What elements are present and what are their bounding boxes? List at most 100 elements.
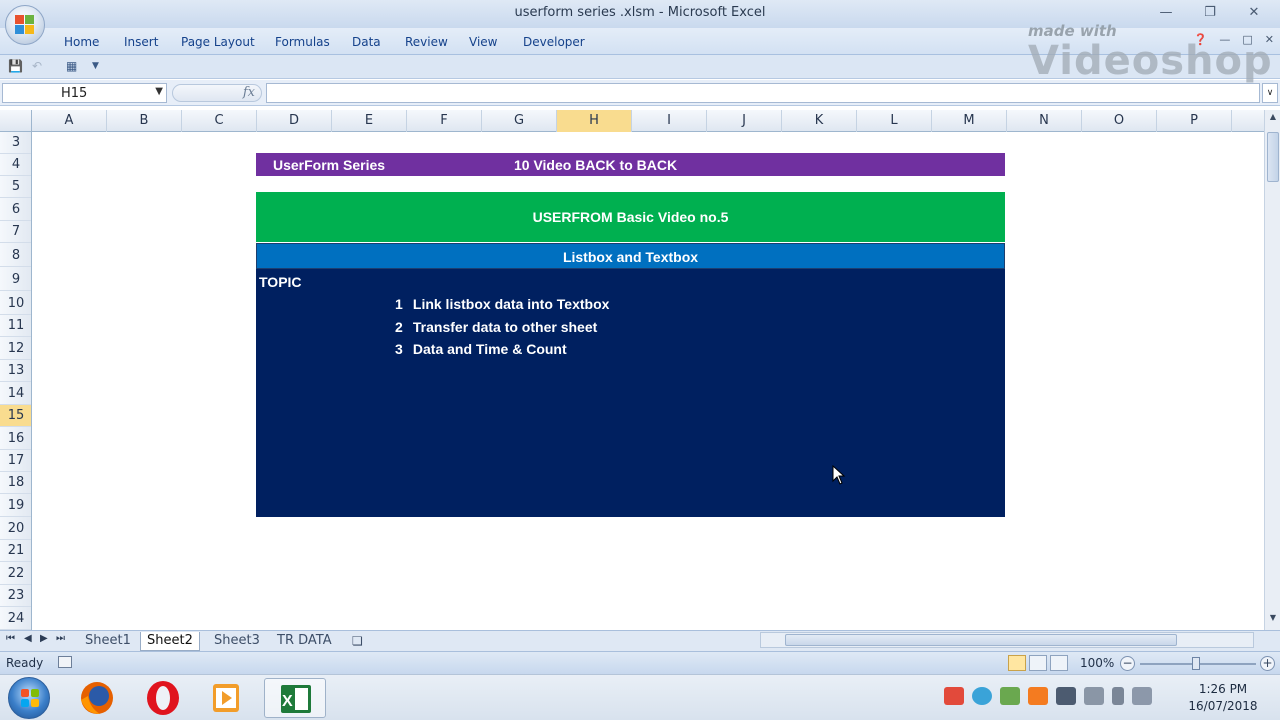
zoom-knob[interactable] [1192, 657, 1200, 670]
tab-review[interactable]: Review [405, 35, 448, 49]
formula-expand-icon[interactable]: ∨ [1262, 83, 1278, 103]
sheet-tab-sheet2[interactable]: Sheet2 [140, 632, 200, 651]
scroll-up-icon[interactable]: ▲ [1265, 112, 1280, 126]
row-header[interactable]: 21 [0, 540, 31, 562]
topic-title-banner[interactable]: Listbox and Textbox [256, 243, 1005, 269]
sheet-tab-sheet1[interactable]: Sheet1 [85, 632, 131, 651]
tray-record-icon[interactable] [944, 687, 964, 705]
formula-input[interactable] [266, 83, 1260, 103]
save-icon[interactable]: 💾 [8, 59, 23, 73]
row-header[interactable]: 8 [0, 245, 31, 267]
select-all-corner[interactable] [0, 110, 32, 132]
tab-view[interactable]: View [469, 35, 497, 49]
horizontal-scroll-thumb[interactable] [785, 634, 1177, 646]
first-sheet-icon[interactable]: ⏮ [6, 633, 15, 644]
tab-insert[interactable]: Insert [124, 35, 158, 49]
ribbon-close-icon[interactable]: ✕ [1265, 33, 1274, 46]
page-break-view-button[interactable] [1050, 655, 1068, 671]
vertical-scrollbar[interactable]: ▲ ▼ [1264, 110, 1280, 630]
row-header[interactable]: 13 [0, 360, 31, 382]
office-button[interactable] [5, 5, 45, 45]
tab-data[interactable]: Data [352, 35, 381, 49]
row-header[interactable]: 15 [0, 405, 31, 427]
last-sheet-icon[interactable]: ⏭ [56, 633, 65, 644]
restore-button[interactable]: ❐ [1190, 2, 1230, 22]
column-header[interactable]: G [482, 110, 557, 132]
column-header[interactable]: F [407, 110, 482, 132]
close-button[interactable]: ✕ [1234, 2, 1274, 22]
ribbon-restore-icon[interactable]: □ [1242, 33, 1252, 46]
tray-volume-icon[interactable] [1132, 687, 1152, 705]
tab-formulas[interactable]: Formulas [275, 35, 330, 49]
ribbon-minimize-icon[interactable]: — [1219, 33, 1230, 46]
zoom-in-icon[interactable]: + [1260, 656, 1275, 671]
column-header[interactable]: P [1157, 110, 1232, 132]
customize-dropdown-icon[interactable]: ▼ [92, 61, 99, 71]
column-header[interactable]: E [332, 110, 407, 132]
tray-network-app-icon[interactable] [972, 687, 992, 705]
row-header[interactable]: 24 [0, 608, 31, 630]
fx-icon[interactable]: fx [243, 85, 255, 100]
row-header[interactable]: 4 [0, 154, 31, 176]
topics-panel[interactable]: TOPIC 1 Link listbox data into Textbox 2… [256, 269, 1005, 517]
scroll-down-icon[interactable]: ▼ [1265, 613, 1280, 627]
help-icon[interactable]: ❓ [1194, 33, 1208, 46]
row-header[interactable]: 19 [0, 495, 31, 517]
undo-icon[interactable]: ↶ [32, 59, 42, 73]
next-sheet-icon[interactable]: ▶ [40, 633, 48, 644]
column-header[interactable]: O [1082, 110, 1157, 132]
row-header[interactable]: 11 [0, 315, 31, 337]
column-header[interactable]: D [257, 110, 332, 132]
excel-icon[interactable]: X [264, 678, 326, 718]
form-icon[interactable]: ▦ [66, 59, 77, 73]
row-header[interactable]: 3 [0, 132, 31, 154]
row-header[interactable]: 10 [0, 293, 31, 315]
tray-app-icon[interactable] [1000, 687, 1020, 705]
video-title-banner[interactable]: USERFROM Basic Video no.5 [256, 192, 1005, 242]
media-player-icon[interactable] [198, 678, 256, 718]
row-header[interactable]: 18 [0, 472, 31, 494]
column-header[interactable]: B [107, 110, 182, 132]
tray-network-icon[interactable] [1084, 687, 1104, 705]
start-button[interactable] [8, 677, 50, 719]
column-header[interactable]: K [782, 110, 857, 132]
zoom-level[interactable]: 100% [1080, 656, 1114, 670]
column-header[interactable]: A [32, 110, 107, 132]
column-header[interactable]: M [932, 110, 1007, 132]
row-header[interactable]: 16 [0, 428, 31, 450]
tray-display-icon[interactable] [1056, 687, 1076, 705]
prev-sheet-icon[interactable]: ◀ [24, 633, 32, 644]
vertical-scroll-thumb[interactable] [1267, 132, 1279, 182]
normal-view-button[interactable] [1008, 655, 1026, 671]
sheet-tab-sheet3[interactable]: Sheet3 [214, 632, 260, 651]
row-header[interactable]: 22 [0, 563, 31, 585]
insert-sheet-icon[interactable]: ❏ [352, 632, 363, 651]
row-header[interactable]: 20 [0, 518, 31, 540]
column-header[interactable]: C [182, 110, 257, 132]
column-header[interactable]: L [857, 110, 932, 132]
tray-battery-icon[interactable] [1112, 687, 1124, 705]
opera-icon[interactable] [134, 678, 192, 718]
column-header[interactable]: H [557, 110, 632, 132]
tray-k-icon[interactable] [1028, 687, 1048, 705]
name-box[interactable]: H15 ▼ [2, 83, 167, 103]
row-header[interactable]: 17 [0, 450, 31, 472]
row-header[interactable]: 12 [0, 338, 31, 360]
tab-home[interactable]: Home [64, 35, 99, 49]
page-layout-view-button[interactable] [1029, 655, 1047, 671]
horizontal-scrollbar[interactable] [760, 632, 1254, 648]
tab-developer[interactable]: Developer [523, 35, 585, 49]
tab-page-layout[interactable]: Page Layout [181, 35, 255, 49]
row-header[interactable]: 7 [0, 221, 31, 243]
name-box-dropdown-icon[interactable]: ▼ [155, 86, 163, 97]
row-header[interactable]: 23 [0, 585, 31, 607]
column-header[interactable]: J [707, 110, 782, 132]
sheet-tab-tr-data[interactable]: TR DATA [277, 632, 332, 651]
taskbar-clock[interactable]: 1:26 PM 16/07/2018 [1178, 681, 1268, 715]
column-header[interactable]: N [1007, 110, 1082, 132]
zoom-out-icon[interactable]: − [1120, 656, 1135, 671]
firefox-icon[interactable] [68, 678, 126, 718]
column-header[interactable]: I [632, 110, 707, 132]
row-header[interactable]: 14 [0, 383, 31, 405]
series-banner[interactable]: UserForm Series 10 Video BACK to BACK [256, 153, 1005, 176]
